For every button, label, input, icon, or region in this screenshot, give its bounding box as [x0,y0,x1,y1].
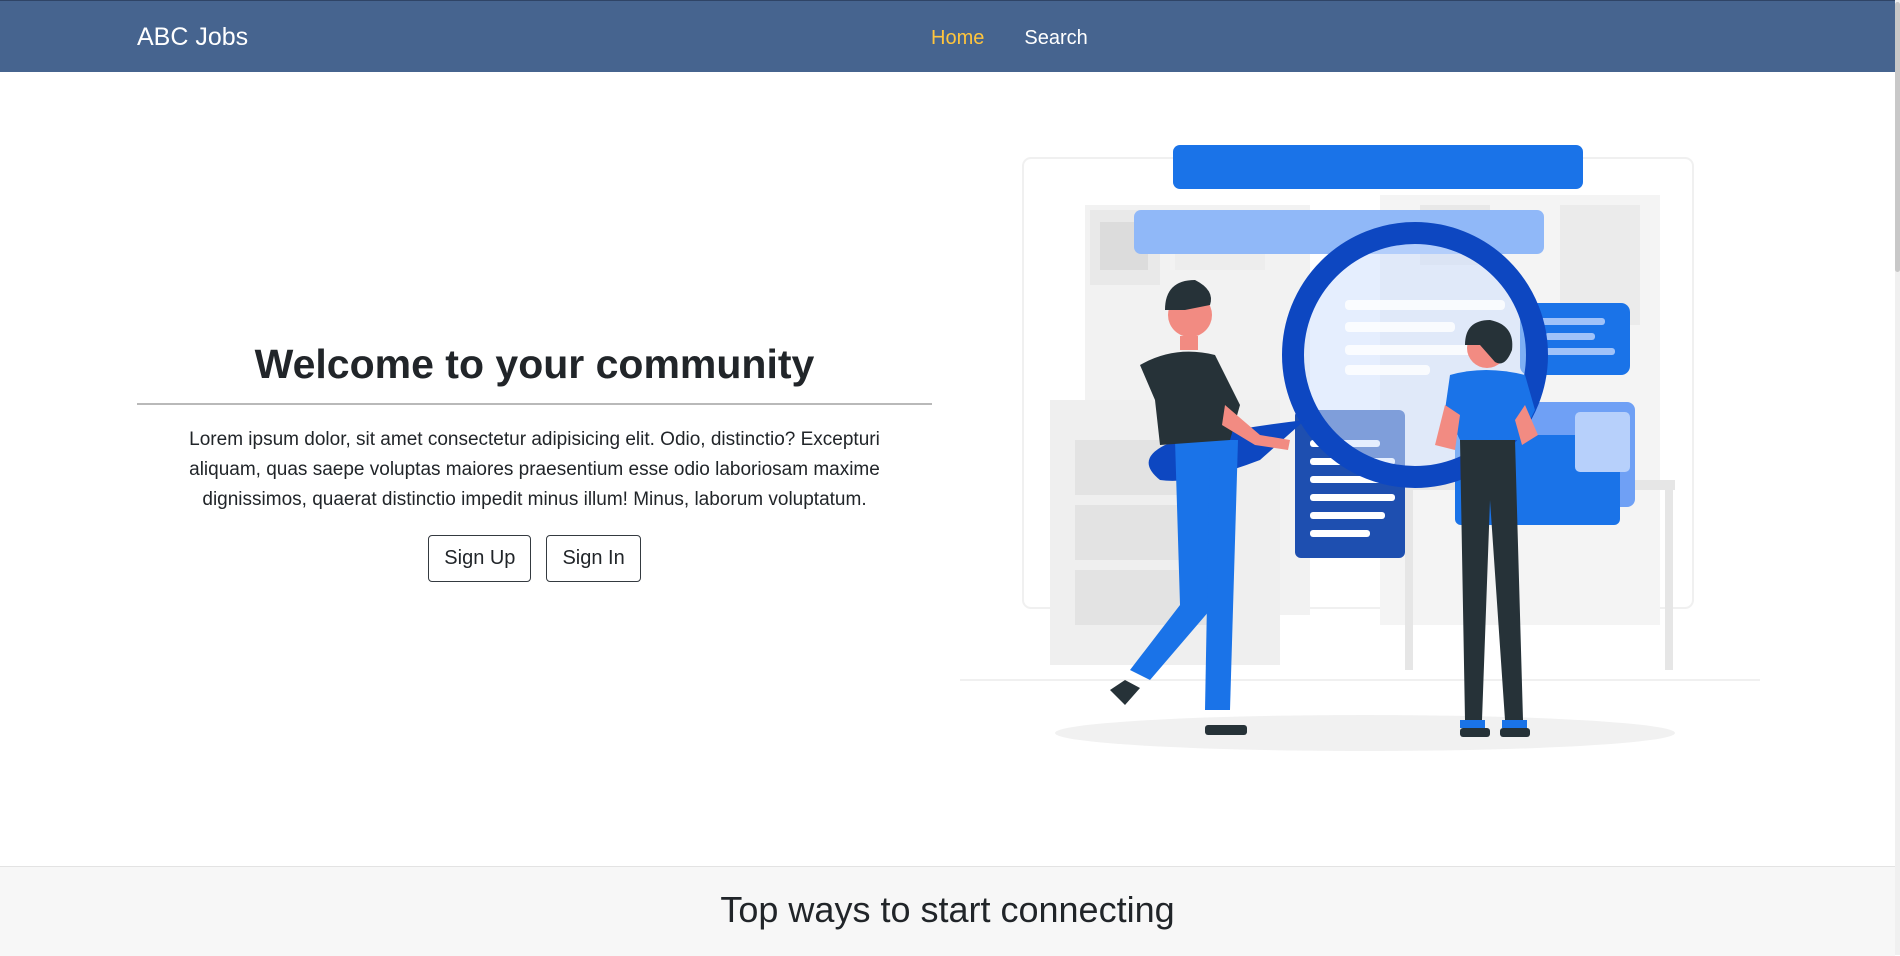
hero-content: Welcome to your community Lorem ipsum do… [137,340,932,583]
nav-links: Home Search [931,27,1088,50]
section-title: Top ways to start connecting [720,889,1175,930]
hero-buttons: Sign Up Sign In [137,535,932,583]
nav-link-search[interactable]: Search [1024,27,1087,50]
sign-up-button[interactable]: Sign Up [428,535,532,583]
scrollbar[interactable] [1895,0,1900,955]
top-navbar: ABC Jobs Home Search [0,0,1900,72]
sign-in-button[interactable]: Sign In [546,535,641,583]
hero-description: Lorem ipsum dolor, sit amet consectetur … [189,429,880,511]
scrollbar-thumb[interactable] [1895,2,1900,272]
nav-link-home[interactable]: Home [931,27,984,50]
hero-title: Welcome to your community [254,341,815,387]
brand-link[interactable]: ABC Jobs [137,23,248,52]
top-ways-section: Top ways to start connecting [0,866,1895,956]
hero-divider [137,403,932,406]
people-searching-illustration [960,145,1760,751]
